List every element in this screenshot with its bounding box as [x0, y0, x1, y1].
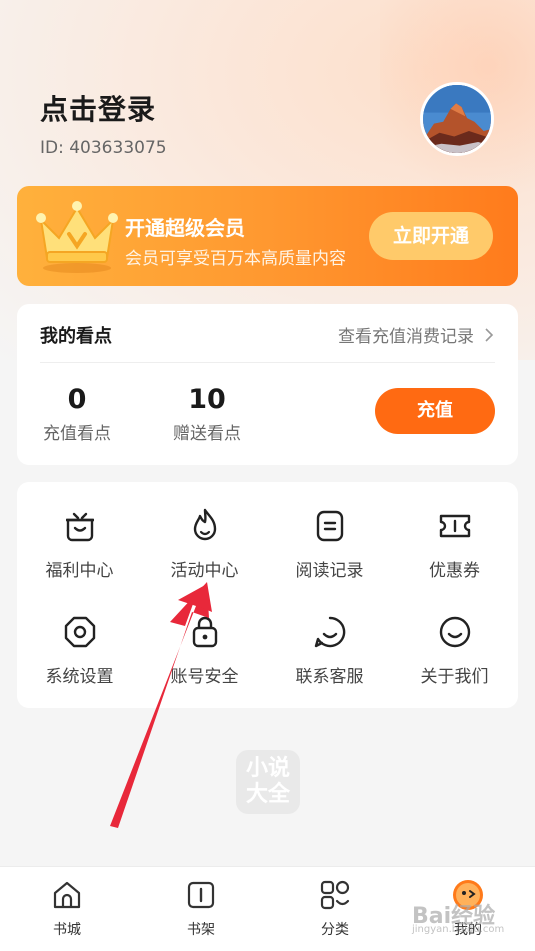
avatar[interactable] — [420, 82, 494, 156]
menu-label: 福利中心 — [45, 561, 114, 581]
tab-label: 书架 — [187, 922, 215, 938]
coupon-icon — [439, 514, 470, 538]
menu-item-account-security[interactable]: 账号安全 — [142, 612, 267, 687]
recharge-points-stat: 0 充值看点 — [39, 384, 115, 444]
points-title: 我的看点 — [40, 326, 112, 347]
vip-banner[interactable]: 开通超级会员 会员可享受百万本高质量内容 立即开通 — [17, 186, 518, 286]
gift-box-icon — [65, 512, 94, 542]
menu-label: 阅读记录 — [295, 561, 364, 581]
menu-card: 福利中心 活动中心 阅读记录 优惠券 系统设置 账号安全 联系客服 关于我们 — [17, 482, 518, 708]
menu-label: 系统设置 — [45, 667, 114, 687]
menu-label: 优惠券 — [429, 561, 480, 581]
menu-label: 关于我们 — [420, 667, 489, 687]
bookshelf-icon — [187, 881, 215, 909]
category-icon — [320, 880, 350, 910]
tab-category[interactable]: 分类 — [295, 877, 375, 939]
lock-icon — [192, 616, 217, 648]
chevron-right-icon — [485, 327, 494, 342]
user-id: ID: 403633075 — [40, 138, 167, 158]
crown-icon — [36, 201, 118, 273]
menu-label: 联系客服 — [295, 667, 364, 687]
menu-item-welfare[interactable]: 福利中心 — [17, 506, 142, 581]
avatar-mountain-image — [423, 85, 491, 153]
recharge-button[interactable]: 充值 — [375, 388, 495, 434]
recharge-points-value: 0 — [67, 384, 87, 415]
flame-icon — [193, 508, 216, 541]
document-icon — [316, 510, 343, 542]
bonus-points-label: 赠送看点 — [173, 424, 241, 444]
menu-item-coupon[interactable]: 优惠券 — [392, 506, 517, 581]
bonus-points-value: 10 — [188, 384, 226, 415]
menu-label: 账号安全 — [170, 667, 239, 687]
smile-icon — [439, 616, 470, 648]
recharge-history-link[interactable]: 查看充值消费记录 — [338, 322, 494, 347]
watermark-line2: 大全 — [245, 782, 290, 807]
tab-label: 书城 — [53, 922, 81, 938]
login-title[interactable]: 点击登录 — [40, 88, 167, 128]
login-header[interactable]: 点击登录 ID: 403633075 — [40, 88, 167, 158]
vip-subtitle: 会员可享受百万本高质量内容 — [125, 249, 346, 269]
app-logo-watermark: 小说 大全 — [236, 750, 300, 814]
recharge-history-label: 查看充值消费记录 — [338, 327, 474, 347]
divider — [40, 362, 495, 363]
menu-label: 活动中心 — [170, 561, 239, 581]
open-vip-button[interactable]: 立即开通 — [369, 212, 493, 260]
watermark-line1: 小说 — [245, 756, 290, 781]
menu-item-about-us[interactable]: 关于我们 — [392, 612, 517, 687]
tab-label: 分类 — [321, 922, 349, 938]
settings-icon — [64, 616, 95, 648]
menu-item-reading-history[interactable]: 阅读记录 — [267, 506, 392, 581]
menu-item-settings[interactable]: 系统设置 — [17, 612, 142, 687]
recharge-points-label: 充值看点 — [43, 424, 111, 444]
baidu-watermark-url: jingyan.baidu.com — [412, 924, 505, 935]
menu-item-customer-service[interactable]: 联系客服 — [267, 612, 392, 687]
menu-item-activity[interactable]: 活动中心 — [142, 506, 267, 581]
tab-bookshelf[interactable]: 书架 — [161, 877, 241, 939]
points-card: 我的看点 查看充值消费记录 0 充值看点 10 赠送看点 充值 — [17, 304, 518, 465]
home-icon — [53, 881, 81, 909]
tab-bookstore[interactable]: 书城 — [27, 877, 107, 939]
support-icon — [314, 616, 345, 648]
vip-title: 开通超级会员 — [125, 216, 245, 240]
bonus-points-stat: 10 赠送看点 — [169, 384, 245, 444]
